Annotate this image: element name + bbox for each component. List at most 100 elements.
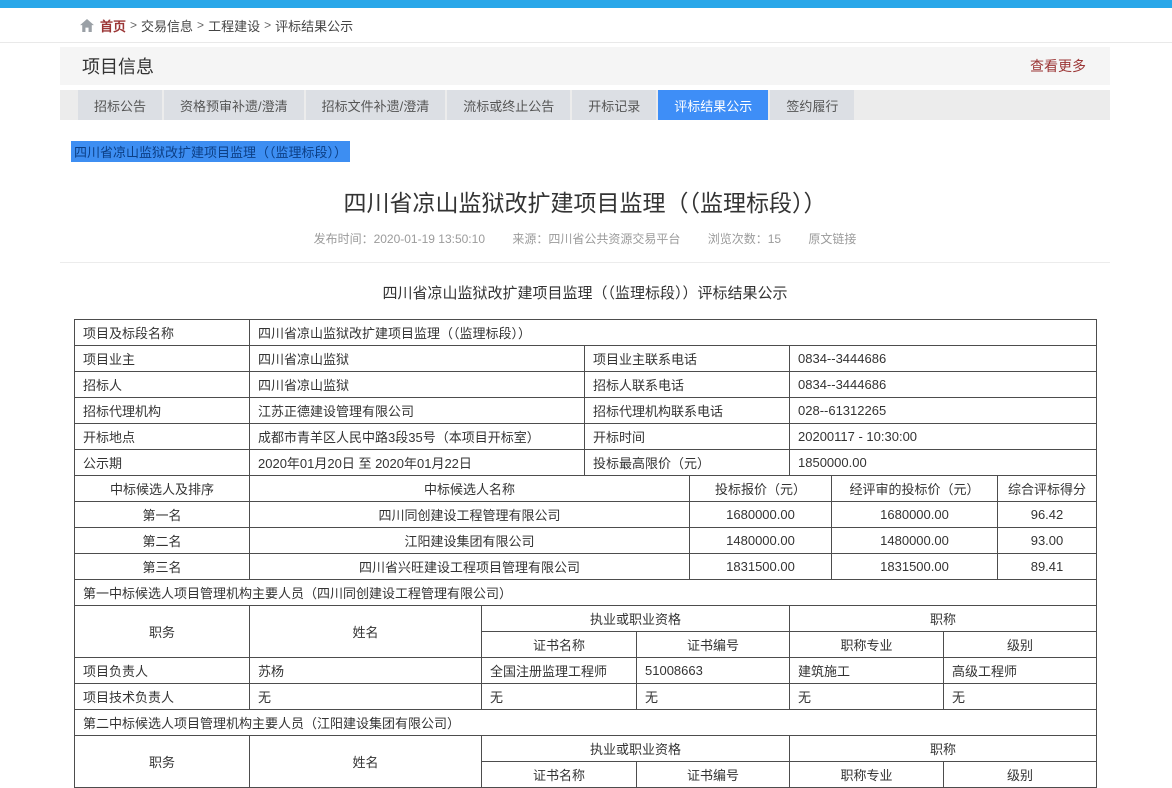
breadcrumb-home-link[interactable]: 首页 xyxy=(100,16,126,35)
personnel-table-first: 第一中标候选人项目管理机构主要人员（四川同创建设工程管理有限公司） 职务 姓名 … xyxy=(74,579,1097,710)
info-label: 投标最高限价（元） xyxy=(585,450,790,476)
main-content: 项目信息 查看更多 招标公告 资格预审补遗/澄清 招标文件补遗/澄清 流标或终止… xyxy=(60,47,1110,788)
divider xyxy=(60,262,1110,263)
section-row: 第二中标候选人项目管理机构主要人员（江阳建设集团有限公司） xyxy=(75,710,1097,736)
publish-time: 发布时间：2020-01-19 13:50:10 xyxy=(314,232,485,246)
table-header-row: 职务 姓名 执业或职业资格 职称 xyxy=(75,606,1097,632)
result-tables: 项目及标段名称 四川省凉山监狱改扩建项目监理（（监理标段）） 项目业主 四川省凉… xyxy=(74,319,1096,788)
score-cell: 89.41 xyxy=(998,554,1097,580)
candidate-name-cell: 四川同创建设工程管理有限公司 xyxy=(250,502,690,528)
info-label: 招标人 xyxy=(75,372,250,398)
col-header-cert-name: 证书名称 xyxy=(482,762,637,788)
position-cell: 项目负责人 xyxy=(75,658,250,684)
col-header-position: 职务 xyxy=(75,736,250,788)
project-link-selected[interactable]: 四川省凉山监狱改扩建项目监理（（监理标段）） xyxy=(71,141,350,162)
view-count: 浏览次数：15 xyxy=(708,232,781,246)
tab-bid-opening-record[interactable]: 开标记录 xyxy=(572,90,656,120)
info-label: 项目业主联系电话 xyxy=(585,346,790,372)
info-label: 开标地点 xyxy=(75,424,250,450)
info-value: 028--61312265 xyxy=(790,398,1097,424)
personnel-table-second: 第二中标候选人项目管理机构主要人员（江阳建设集团有限公司） 职务 姓名 执业或职… xyxy=(74,709,1097,788)
home-icon[interactable] xyxy=(80,19,94,32)
name-cell: 苏杨 xyxy=(250,658,482,684)
candidate-name-cell: 四川省兴旺建设工程项目管理有限公司 xyxy=(250,554,690,580)
bid-price-cell: 1831500.00 xyxy=(690,554,832,580)
table-row: 项目技术负责人 无 无 无 无 无 xyxy=(75,684,1097,710)
col-header-name: 姓名 xyxy=(250,736,482,788)
col-header-cert-no: 证书编号 xyxy=(637,762,790,788)
info-value: 四川省凉山监狱 xyxy=(250,346,585,372)
personnel-section-title: 第一中标候选人项目管理机构主要人员（四川同创建设工程管理有限公司） xyxy=(75,580,1097,606)
section-row: 第一中标候选人项目管理机构主要人员（四川同创建设工程管理有限公司） xyxy=(75,580,1097,606)
col-header-name: 姓名 xyxy=(250,606,482,658)
personnel-section-title: 第二中标候选人项目管理机构主要人员（江阳建设集团有限公司） xyxy=(75,710,1097,736)
source: 来源：四川省公共资源交易平台 xyxy=(512,232,680,246)
candidate-name-cell: 江阳建设集团有限公司 xyxy=(250,528,690,554)
score-cell: 93.00 xyxy=(998,528,1097,554)
bid-price-cell: 1680000.00 xyxy=(690,502,832,528)
title-major-cell: 无 xyxy=(790,684,944,710)
tab-eval-result-active[interactable]: 评标结果公示 xyxy=(658,90,768,120)
bid-price-cell: 1480000.00 xyxy=(690,528,832,554)
info-label: 项目及标段名称 xyxy=(75,320,250,346)
cert-name-cell: 全国注册监理工程师 xyxy=(482,658,637,684)
info-value: 2020年01月20日 至 2020年01月22日 xyxy=(250,450,585,476)
tab-contract-performance[interactable]: 签约履行 xyxy=(770,90,854,120)
breadcrumb-separator: > xyxy=(197,18,204,32)
info-label: 开标时间 xyxy=(585,424,790,450)
score-cell: 96.42 xyxy=(998,502,1097,528)
col-header-title-group: 职称 xyxy=(790,736,1097,762)
breadcrumb-separator: > xyxy=(130,18,137,32)
title-major-cell: 建筑施工 xyxy=(790,658,944,684)
rank-cell: 第一名 xyxy=(75,502,250,528)
table-row: 项目业主 四川省凉山监狱 项目业主联系电话 0834--3444686 xyxy=(75,346,1097,372)
breadcrumb-item-eval-result[interactable]: 评标结果公示 xyxy=(275,16,353,35)
announcement-subtitle: 四川省凉山监狱改扩建项目监理（（监理标段））评标结果公示 xyxy=(60,282,1110,303)
table-row: 第一名 四川同创建设工程管理有限公司 1680000.00 1680000.00… xyxy=(75,502,1097,528)
table-row: 招标人 四川省凉山监狱 招标人联系电话 0834--3444686 xyxy=(75,372,1097,398)
article-meta: 发布时间：2020-01-19 13:50:10 来源：四川省公共资源交易平台 … xyxy=(60,230,1110,247)
breadcrumb-separator: > xyxy=(264,18,271,32)
col-header-cert-name: 证书名称 xyxy=(482,632,637,658)
table-row: 项目负责人 苏杨 全国注册监理工程师 51008663 建筑施工 高级工程师 xyxy=(75,658,1097,684)
tab-bid-doc-supplement[interactable]: 招标文件补遗/澄清 xyxy=(306,90,446,120)
breadcrumb-item-trade-info[interactable]: 交易信息 xyxy=(141,16,193,35)
col-header-cert-no: 证书编号 xyxy=(637,632,790,658)
table-row: 公示期 2020年01月20日 至 2020年01月22日 投标最高限价（元） … xyxy=(75,450,1097,476)
col-header-candidate-name: 中标候选人名称 xyxy=(250,476,690,502)
col-header-qualification-group: 执业或职业资格 xyxy=(482,736,790,762)
candidates-table: 中标候选人及排序 中标候选人名称 投标报价（元） 经评审的投标价（元） 综合评标… xyxy=(74,475,1097,580)
position-cell: 项目技术负责人 xyxy=(75,684,250,710)
col-header-title-group: 职称 xyxy=(790,606,1097,632)
table-header-row: 中标候选人及排序 中标候选人名称 投标报价（元） 经评审的投标价（元） 综合评标… xyxy=(75,476,1097,502)
info-value: 四川省凉山监狱 xyxy=(250,372,585,398)
info-label: 项目业主 xyxy=(75,346,250,372)
info-value: 20200117 - 10:30:00 xyxy=(790,424,1097,450)
col-header-position: 职务 xyxy=(75,606,250,658)
cert-no-cell: 无 xyxy=(637,684,790,710)
table-row: 第二名 江阳建设集团有限公司 1480000.00 1480000.00 93.… xyxy=(75,528,1097,554)
col-header-qualification-group: 执业或职业资格 xyxy=(482,606,790,632)
info-value: 江苏正德建设管理有限公司 xyxy=(250,398,585,424)
original-link[interactable]: 原文链接 xyxy=(808,232,856,246)
col-header-rank: 中标候选人及排序 xyxy=(75,476,250,502)
evaluated-price-cell: 1480000.00 xyxy=(832,528,998,554)
tab-bar: 招标公告 资格预审补遗/澄清 招标文件补遗/澄清 流标或终止公告 开标记录 评标… xyxy=(60,90,1110,120)
col-header-title-major: 职称专业 xyxy=(790,632,944,658)
cert-no-cell: 51008663 xyxy=(637,658,790,684)
tab-bid-announcement[interactable]: 招标公告 xyxy=(78,90,162,120)
col-header-score: 综合评标得分 xyxy=(998,476,1097,502)
tab-prequalification-supplement[interactable]: 资格预审补遗/澄清 xyxy=(164,90,304,120)
info-value: 四川省凉山监狱改扩建项目监理（（监理标段）） xyxy=(250,320,1097,346)
view-more-link[interactable]: 查看更多 xyxy=(1030,56,1086,76)
title-level-cell: 无 xyxy=(944,684,1097,710)
title-level-cell: 高级工程师 xyxy=(944,658,1097,684)
table-header-row: 职务 姓名 执业或职业资格 职称 xyxy=(75,736,1097,762)
name-cell: 无 xyxy=(250,684,482,710)
col-header-title-level: 级别 xyxy=(944,632,1097,658)
article-title: 四川省凉山监狱改扩建项目监理（（监理标段）） xyxy=(60,184,1110,218)
tab-failed-or-terminated[interactable]: 流标或终止公告 xyxy=(447,90,570,120)
info-value: 0834--3444686 xyxy=(790,346,1097,372)
info-value: 0834--3444686 xyxy=(790,372,1097,398)
breadcrumb-item-engineering[interactable]: 工程建设 xyxy=(208,16,260,35)
